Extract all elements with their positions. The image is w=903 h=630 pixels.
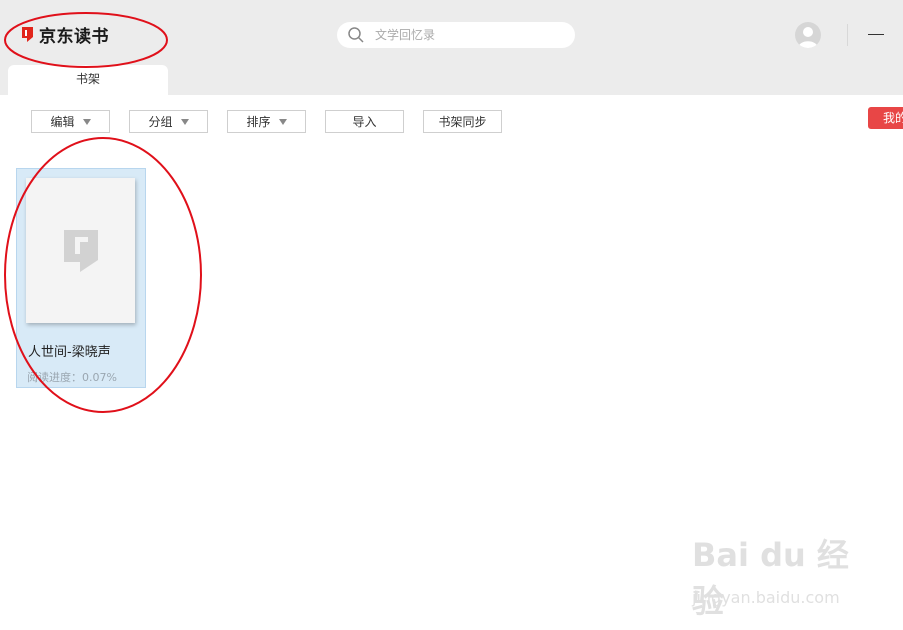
search-icon — [347, 26, 365, 44]
title-bar: 京东读书 书架 — [0, 0, 903, 95]
reading-progress: 阅读进度：0.07% — [27, 371, 117, 384]
caret-down-icon — [180, 118, 189, 125]
group-button-label: 分组 — [148, 115, 173, 129]
jd-read-logo-icon — [20, 26, 35, 43]
avatar[interactable] — [795, 22, 821, 48]
edit-button-label: 编辑 — [50, 115, 75, 129]
watermark-url: jingyan.baidu.com — [692, 588, 840, 607]
minimize-icon[interactable] — [868, 26, 884, 42]
book-title: 人世间-梁晓声 — [28, 345, 111, 360]
watermark-brand: Bai du 经验 — [692, 536, 849, 620]
divider — [847, 24, 848, 46]
search-input[interactable] — [373, 27, 557, 43]
sort-button[interactable]: 排序 — [227, 110, 306, 133]
caret-down-icon — [278, 118, 287, 125]
caret-down-icon — [82, 118, 91, 125]
sort-button-label: 排序 — [246, 115, 271, 129]
edit-button[interactable]: 编辑 — [31, 110, 110, 133]
search-box[interactable] — [337, 22, 575, 48]
sync-bookshelf-button[interactable]: 书架同步 — [423, 110, 502, 133]
tab-bookshelf[interactable]: 书架 — [8, 65, 168, 95]
book-card[interactable]: 人世间-梁晓声 阅读进度：0.07% — [16, 168, 146, 388]
import-button-label: 导入 — [352, 115, 377, 129]
book-cover[interactable] — [26, 178, 135, 323]
user-icon — [798, 27, 818, 48]
baidu-watermark: Bai du 经验 jingyan.baidu.com — [690, 530, 870, 620]
book-placeholder-icon — [64, 230, 98, 272]
my-button[interactable]: 我的 — [868, 107, 903, 129]
import-button[interactable]: 导入 — [325, 110, 404, 133]
group-button[interactable]: 分组 — [129, 110, 208, 133]
app-name: 京东读书 — [39, 26, 109, 47]
sync-button-label: 书架同步 — [438, 115, 487, 129]
app-logo: 京东读书 — [20, 22, 109, 47]
